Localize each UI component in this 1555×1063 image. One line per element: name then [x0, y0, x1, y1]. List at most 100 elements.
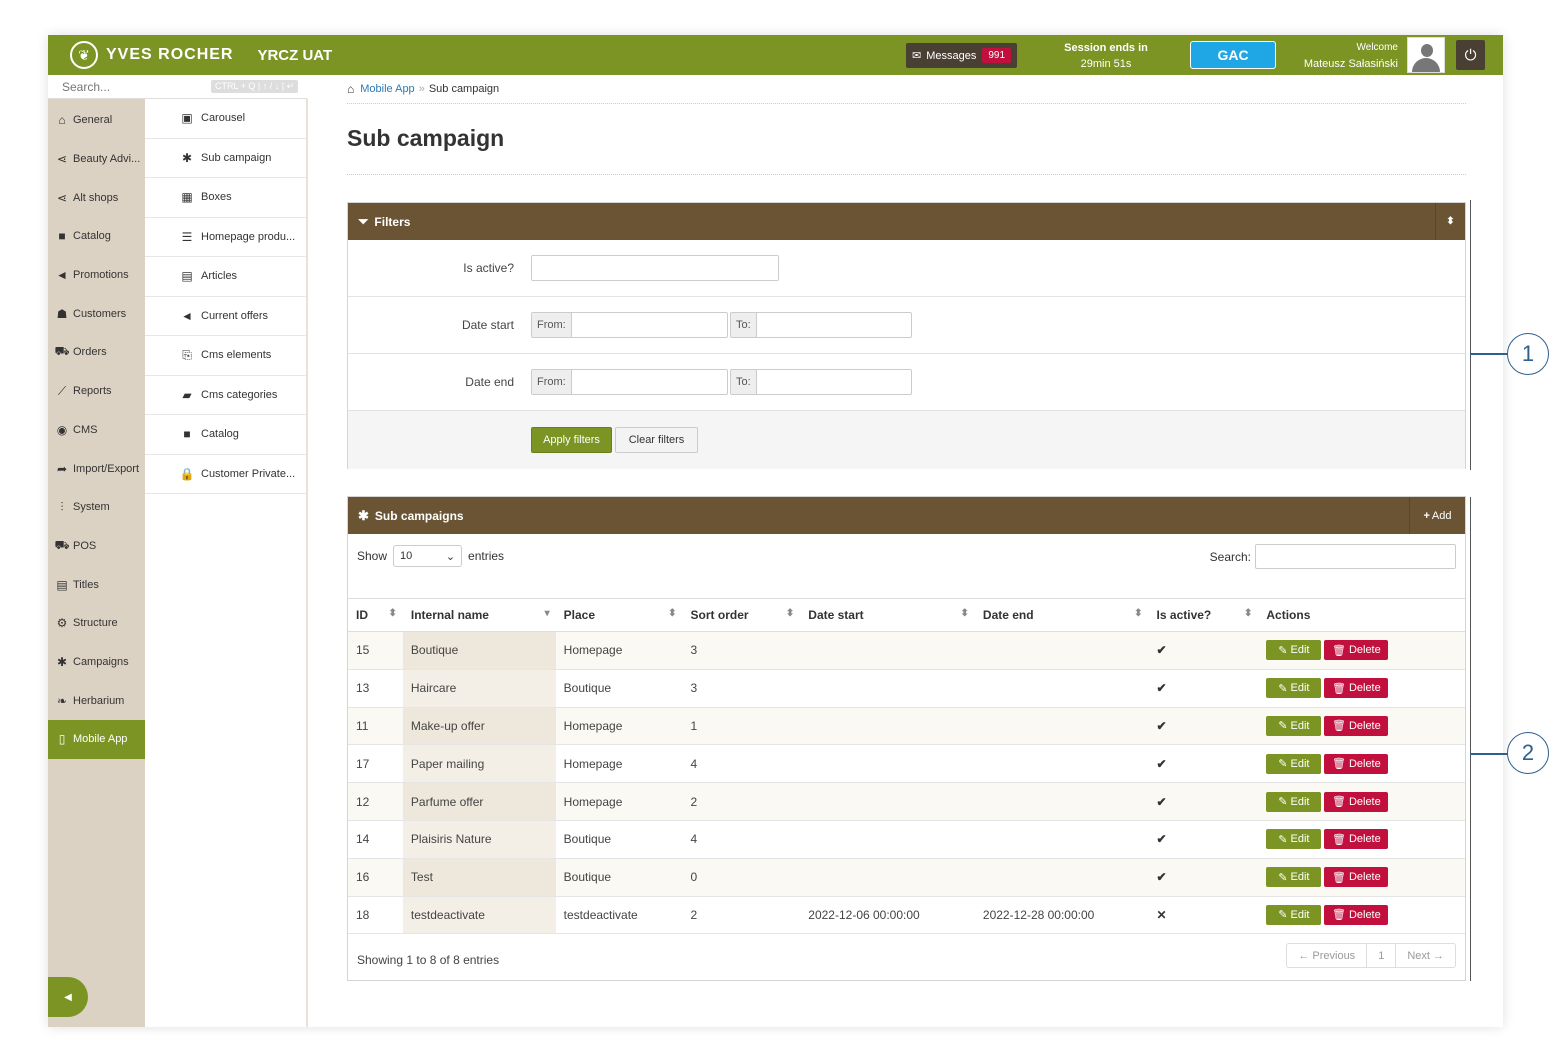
is-active-select[interactable] — [531, 255, 779, 281]
sub-campaigns-title: Sub campaigns — [374, 508, 464, 523]
chevron-down-icon: ⌄ — [445, 550, 456, 563]
sidebar-item-label: POS — [73, 539, 97, 552]
edit-button[interactable]: ✎ Edit — [1266, 904, 1322, 925]
subnav-item-label: Customer Private... — [201, 467, 296, 480]
sidebar-item-label: General — [73, 114, 113, 127]
edit-button[interactable]: ✎ Edit — [1266, 753, 1322, 774]
delete-button[interactable]: 🗑 Delete — [1324, 829, 1389, 850]
delete-button[interactable]: 🗑 Delete — [1324, 678, 1389, 699]
asterisk-icon: ✱ — [181, 150, 193, 165]
apply-filters-button[interactable]: Apply filters — [531, 427, 612, 453]
subnav-item-boxes[interactable]: ▦ Boxes — [145, 178, 306, 218]
subnav-item-label: Catalog — [201, 428, 239, 441]
sidebar-item-titles[interactable]: ▤ Titles — [48, 565, 145, 604]
subnav-item-cms-categories[interactable]: ▰ Cms categories — [145, 376, 306, 415]
cell-actions: ✎ Edit 🗑 Delete — [1258, 820, 1465, 859]
breadcrumb-link[interactable]: Mobile App — [360, 83, 414, 95]
delete-button[interactable]: 🗑 Delete — [1324, 867, 1389, 888]
sidebar-item-label: Herbarium — [73, 694, 125, 707]
edit-button[interactable]: ✎ Edit — [1266, 829, 1322, 850]
subnav-item-homepage-produ[interactable]: ☰ Homepage produ... — [145, 218, 306, 257]
pencil-icon: ✎ — [1278, 833, 1288, 846]
subnav-item-label: Cms elements — [201, 349, 272, 362]
edit-button[interactable]: ✎ Edit — [1266, 791, 1322, 812]
delete-button[interactable]: 🗑 Delete — [1324, 640, 1389, 661]
messages-button[interactable]: ✉ Messages 991 — [906, 43, 1018, 68]
edit-button[interactable]: ✎ Edit — [1266, 867, 1322, 888]
sidebar-item-alt-shops[interactable]: ⋖ Alt shops — [48, 178, 145, 217]
sidebar-item-general[interactable]: ⌂ General — [48, 101, 145, 140]
edit-button[interactable]: ✎ Edit — [1266, 640, 1322, 661]
sidebar-item-customers[interactable]: ☗ Customers — [48, 294, 145, 333]
delete-button[interactable]: 🗑 Delete — [1324, 791, 1389, 812]
delete-button[interactable]: 🗑 Delete — [1324, 753, 1389, 774]
sidebar-item-beauty-advi[interactable]: ⋖ Beauty Advi... — [48, 140, 145, 179]
date-start-to[interactable]: To: — [730, 312, 912, 338]
table-search-input[interactable] — [1255, 544, 1456, 569]
sidebar-item-import-export[interactable]: ➦ Import/Export — [48, 449, 145, 488]
logo[interactable]: ❦ YVES ROCHER YRCZ UAT — [70, 41, 332, 69]
column-header-is-active[interactable]: Is active? ⬍ — [1148, 598, 1259, 632]
environment-name: YRCZ UAT — [257, 46, 333, 64]
cell-place: Boutique — [555, 669, 683, 708]
sidebar-item-system[interactable]: ⫶ System — [48, 488, 145, 527]
column-header-date-end[interactable]: Date end ⬍ — [974, 598, 1149, 632]
cart-icon: ⛟ — [54, 537, 70, 552]
edit-button[interactable]: ✎ Edit — [1266, 715, 1322, 736]
power-icon[interactable]: ⏻ — [1456, 40, 1485, 70]
delete-button[interactable]: 🗑 Delete — [1324, 904, 1389, 925]
sidebar-item-reports[interactable]: ⟋ Reports — [48, 372, 145, 411]
date-start-from[interactable]: From: — [531, 312, 728, 338]
cell-place: Boutique — [555, 820, 683, 859]
column-header-date-start[interactable]: Date start ⬍ — [800, 598, 975, 632]
column-header-sort-order[interactable]: Sort order ⬍ — [682, 598, 801, 632]
clear-filters-button[interactable]: Clear filters — [615, 427, 698, 453]
previous-page-button[interactable]: ← Previous — [1287, 944, 1368, 968]
collapse-filters-button[interactable]: ⬍ — [1435, 203, 1465, 240]
sub-campaigns-header: ✱ Sub campaigns + Add — [348, 497, 1465, 534]
subnav-item-customer-private[interactable]: 🔒 Customer Private... — [145, 455, 306, 494]
check-icon: ✔ — [1148, 707, 1259, 746]
avatar[interactable] — [1407, 37, 1445, 73]
delete-button[interactable]: 🗑 Delete — [1324, 715, 1389, 736]
next-page-button[interactable]: Next → — [1396, 944, 1455, 967]
sidebar-item-campaigns[interactable]: ✱ Campaigns — [48, 643, 145, 682]
date-end-from[interactable]: From: — [531, 369, 728, 395]
page-length-select[interactable]: 10 ⌄ — [393, 545, 463, 567]
subnav-item-cms-elements[interactable]: ⎘ Cms elements — [145, 336, 306, 376]
sidebar-item-cms[interactable]: ◉ CMS — [48, 411, 145, 450]
sidebar-item-promotions[interactable]: ◄ Promotions — [48, 256, 145, 295]
filters-header: ⏷ Filters ⬍ — [348, 203, 1465, 240]
mobile-icon: ▯ — [58, 732, 66, 747]
gac-button[interactable]: GAC — [1190, 41, 1276, 69]
collapse-sidebar-button[interactable]: ◀ — [48, 977, 88, 1017]
column-header-internal-name[interactable]: Internal name ▾ — [402, 598, 556, 632]
subnav-item-sub-campaign[interactable]: ✱ Sub campaign — [145, 138, 306, 178]
sidebar-item-orders[interactable]: ⛟ Orders — [48, 333, 145, 372]
sidebar-item-structure[interactable]: ⚙ Structure — [48, 604, 145, 643]
pagination: ← Previous 1 Next → — [1286, 943, 1456, 969]
subnav-item-catalog[interactable]: ■ Catalog — [145, 415, 306, 455]
sidebar-item-herbarium[interactable]: ❧ Herbarium — [48, 681, 145, 720]
cross-icon: ✕ — [1148, 896, 1259, 935]
sub-campaigns-table: ID ⬍ Internal name ▾ Place ⬍ Sort order ⬍ Date s… — [348, 598, 1465, 935]
sidebar-item-pos[interactable]: ⛟ POS — [48, 527, 145, 566]
table-row: 12 Parfume offer Homepage 2 ✔ ✎ Edit 🗑 Delete — [348, 782, 1465, 821]
subnav-item-label: Homepage produ... — [201, 230, 296, 243]
breadcrumb: ⌂ Mobile App » Sub campaign — [347, 82, 500, 96]
cell-start — [800, 707, 975, 746]
add-button[interactable]: + Add — [1409, 497, 1465, 534]
list-icon: ☰ — [181, 229, 193, 244]
menu-search-input[interactable] — [62, 79, 212, 94]
column-header-place[interactable]: Place ⬍ — [555, 598, 683, 632]
column-header-id[interactable]: ID ⬍ — [348, 598, 403, 632]
sidebar-item-mobile-app[interactable]: ▯ Mobile App — [48, 720, 145, 759]
sidebar-item-catalog[interactable]: ■ Catalog — [48, 217, 145, 256]
subnav-item-current-offers[interactable]: ◄ Current offers — [145, 297, 306, 336]
date-end-to[interactable]: To: — [730, 369, 912, 395]
subnav-item-carousel[interactable]: ▣ Carousel — [145, 99, 306, 139]
edit-button[interactable]: ✎ Edit — [1266, 678, 1322, 699]
page-1-button[interactable]: 1 — [1367, 944, 1397, 968]
home-icon[interactable]: ⌂ — [347, 82, 354, 96]
subnav-item-articles[interactable]: ▤ Articles — [145, 257, 306, 297]
